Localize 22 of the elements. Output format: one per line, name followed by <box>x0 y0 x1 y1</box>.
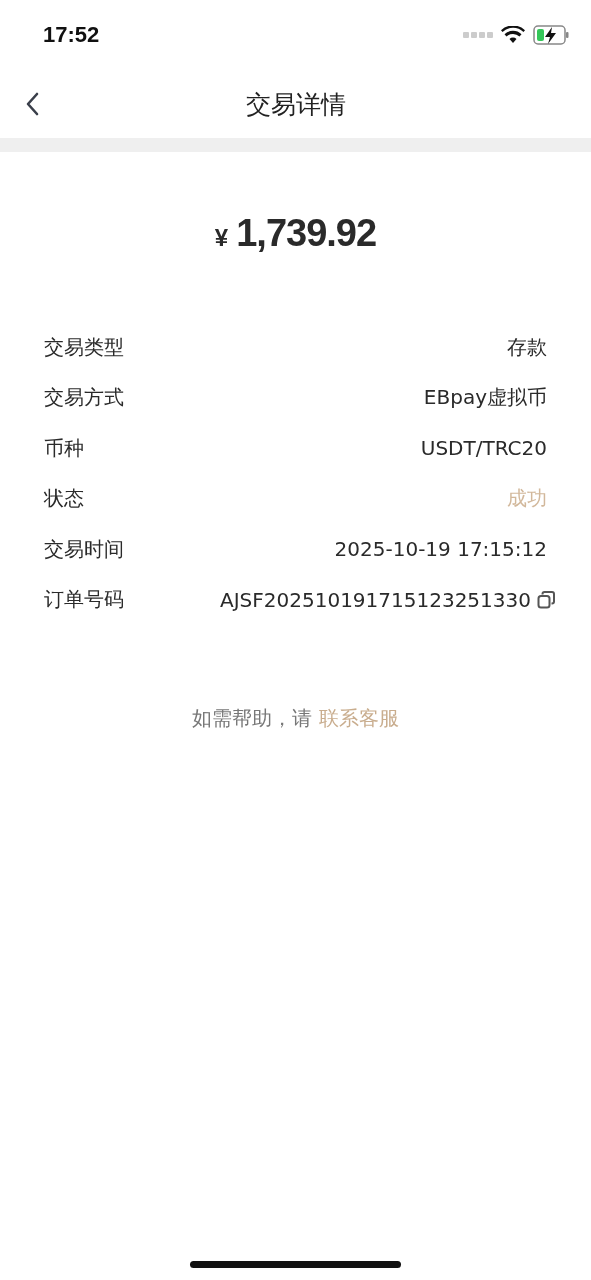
wifi-icon <box>501 26 525 44</box>
detail-label: 订单号码 <box>44 586 124 614</box>
detail-value: USDT/TRC20 <box>420 436 547 461</box>
detail-label: 状态 <box>44 485 84 513</box>
detail-value: AJSF202510191715123251330 <box>220 587 531 612</box>
copy-icon[interactable] <box>537 590 555 609</box>
detail-label: 币种 <box>44 434 84 462</box>
detail-value: 2025-10-19 17:15:12 <box>334 537 547 562</box>
page-title: 交易详情 <box>245 88 346 121</box>
battery-charging-icon <box>533 25 569 45</box>
contact-support-link[interactable]: 联系客服 <box>318 706 399 730</box>
detail-label: 交易时间 <box>44 535 124 563</box>
detail-label: 交易类型 <box>44 333 124 361</box>
status-value: 成功 <box>507 485 547 513</box>
signal-icon <box>463 32 493 38</box>
amount-value: 1,739.92 <box>236 212 377 255</box>
currency-symbol: ¥ <box>214 224 229 252</box>
status-time: 17:52 <box>43 22 100 48</box>
detail-label: 交易方式 <box>44 384 124 412</box>
detail-value: 存款 <box>507 333 547 361</box>
detail-value: EBpay虚拟币 <box>423 384 547 412</box>
help-text: 如需帮助，请 联系客服 <box>191 705 400 732</box>
